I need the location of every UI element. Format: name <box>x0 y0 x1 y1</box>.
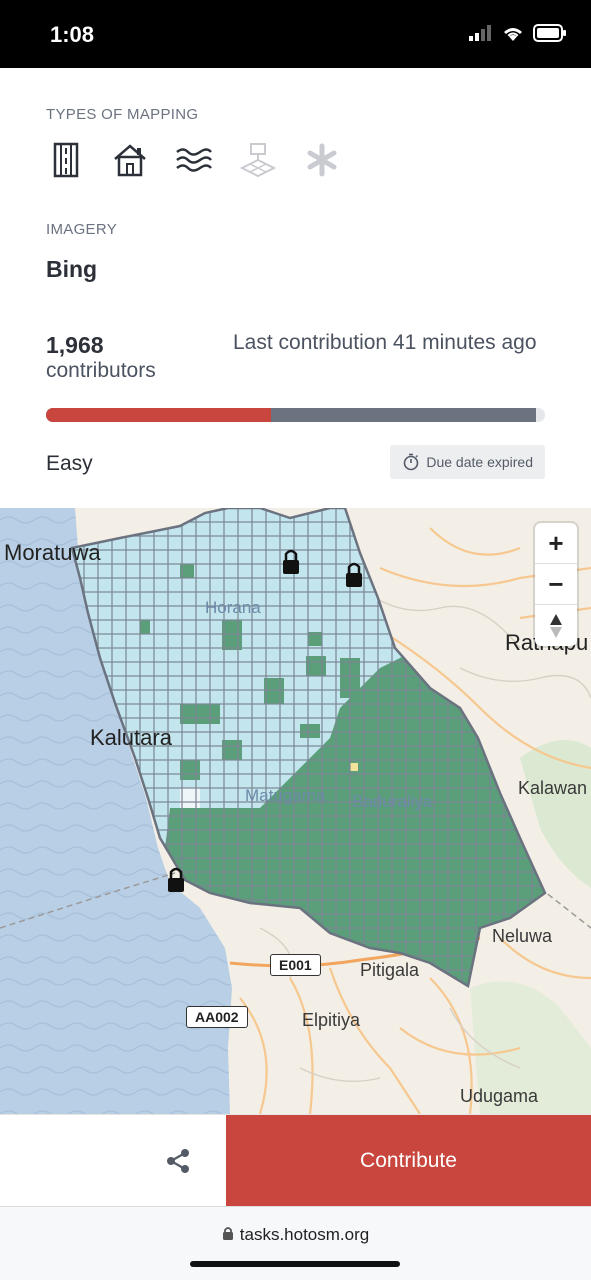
types-of-mapping-icons <box>46 140 342 180</box>
url-text: tasks.hotosm.org <box>239 1225 370 1244</box>
road-shield-e001: E001 <box>270 954 321 976</box>
battery-icon <box>533 24 566 42</box>
difficulty-label: Easy <box>46 452 93 475</box>
progress-mapped <box>46 408 271 422</box>
browser-url-bar: tasks.hotosm.org <box>0 1206 591 1280</box>
place-baduraliya: Baduraliya <box>352 792 433 811</box>
place-moratuwa: Moratuwa <box>4 540 101 565</box>
map-basemap <box>0 508 591 1114</box>
zoom-out-button[interactable]: − <box>535 564 577 605</box>
place-elpitiya: Elpitiya <box>302 1010 361 1030</box>
contributors-count: 1,968 <box>46 332 104 358</box>
contribute-button[interactable]: Contribute <box>226 1115 591 1207</box>
map-zoom-controls: + − <box>535 523 577 646</box>
due-date-text: Due date expired <box>426 454 533 470</box>
contributors-label: contributors <box>46 359 156 382</box>
types-of-mapping-label: TYPES OF MAPPING <box>46 106 199 123</box>
lock-icon <box>222 1227 233 1240</box>
place-neluwa: Neluwa <box>492 926 553 946</box>
landuse-icon <box>238 140 278 180</box>
action-bar: Contribute <box>0 1114 591 1207</box>
url-display[interactable]: tasks.hotosm.org <box>0 1225 591 1245</box>
place-kalawan: Kalawan <box>518 778 588 798</box>
status-bar: 1:08 <box>0 0 591 68</box>
reset-bearing-button[interactable] <box>535 605 577 646</box>
buildings-icon <box>110 140 150 180</box>
due-date-badge: Due date expired <box>390 445 545 479</box>
imagery-label: IMAGERY <box>46 221 118 238</box>
place-udugama: Udugama <box>460 1086 539 1106</box>
zoom-in-button[interactable]: + <box>535 523 577 564</box>
waterways-icon <box>174 140 214 180</box>
compass-icon <box>550 613 562 638</box>
imagery-value: Bing <box>46 256 98 282</box>
last-contribution: Last contribution 41 minutes ago <box>233 331 537 354</box>
place-kalutara: Kalutara <box>90 725 172 750</box>
project-map[interactable]: Moratuwa Horana Ratnapu Kalutara Kalawan… <box>0 508 591 1114</box>
share-icon <box>167 1149 189 1173</box>
place-matugama: Matugama <box>245 786 326 805</box>
signal-icon <box>469 25 491 41</box>
other-icon <box>302 140 342 180</box>
roads-icon <box>46 140 86 180</box>
place-pitigala: Pitigala <box>360 960 420 980</box>
wifi-icon <box>504 28 522 41</box>
stopwatch-icon <box>404 453 419 471</box>
home-indicator <box>190 1261 400 1267</box>
road-shield-aa002: AA002 <box>186 1006 248 1028</box>
progress-bar <box>46 408 545 422</box>
status-time: 1:08 <box>50 22 95 47</box>
status-icons <box>469 24 567 42</box>
share-button[interactable] <box>160 1143 196 1179</box>
place-horana: Horana <box>205 598 261 617</box>
